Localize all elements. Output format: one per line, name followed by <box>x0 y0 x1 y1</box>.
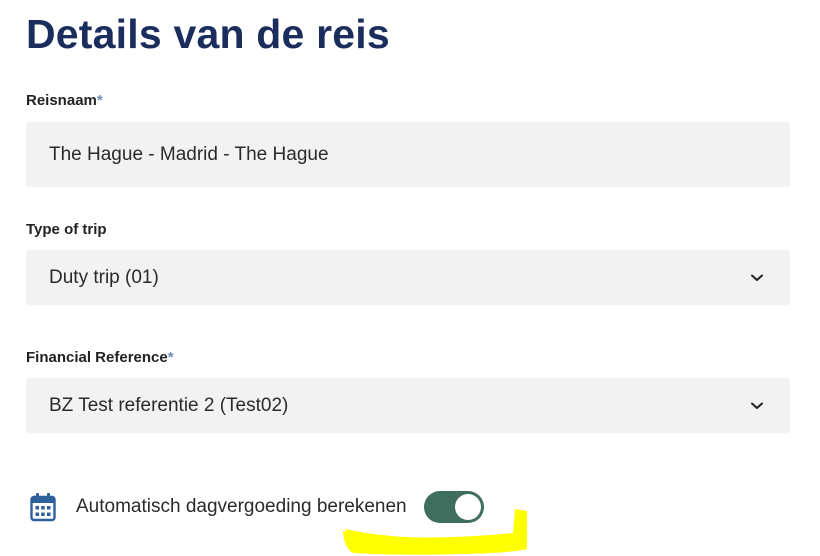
calendar-icon <box>30 492 56 522</box>
toggle-knob[interactable] <box>454 494 481 520</box>
chevron-down-icon[interactable] <box>750 399 764 413</box>
chevron-down-icon[interactable] <box>750 271 764 285</box>
trip-type-value: Duty trip (01) <box>49 266 159 288</box>
auto-allowance-row: Automatisch dagvergoeding berekenen <box>30 490 484 524</box>
trip-name-value: The Hague - Madrid - The Hague <box>49 143 329 165</box>
auto-allowance-toggle[interactable] <box>423 491 484 523</box>
trip-name-label-text: Reisnaam <box>26 92 97 109</box>
page-title: Details van de reis <box>26 11 390 57</box>
trip-type-label-text: Type of trip <box>26 221 107 238</box>
trip-name-label: Reisnaam* <box>26 92 103 110</box>
trip-type-label: Type of trip <box>26 221 107 239</box>
financial-reference-value: BZ Test referentie 2 (Test02) <box>49 394 289 416</box>
auto-allowance-label: Automatisch dagvergoeding berekenen <box>76 496 407 517</box>
financial-reference-select[interactable]: BZ Test referentie 2 (Test02) <box>26 378 790 433</box>
trip-name-input[interactable]: The Hague - Madrid - The Hague <box>26 122 790 187</box>
required-marker: * <box>167 349 174 366</box>
financial-reference-label-text: Financial Reference <box>26 349 168 366</box>
financial-reference-label: Financial Reference* <box>26 349 174 367</box>
required-marker: * <box>96 92 103 109</box>
trip-type-select[interactable]: Duty trip (01) <box>26 250 790 305</box>
